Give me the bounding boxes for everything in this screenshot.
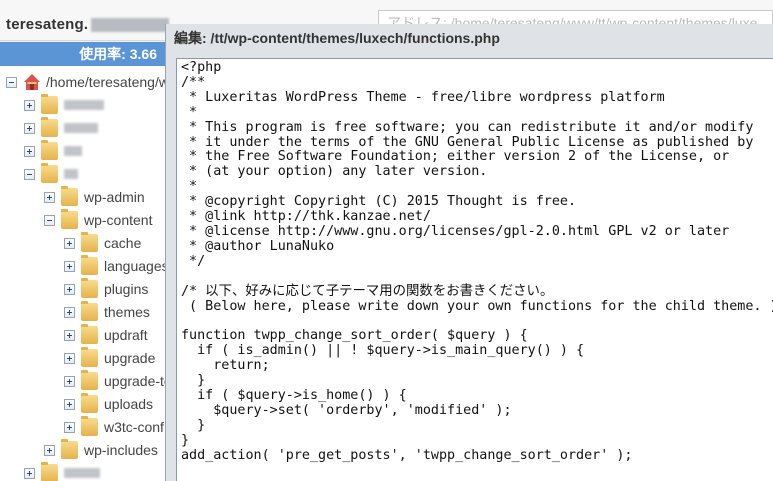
redacted-account bbox=[91, 18, 170, 33]
expand-icon[interactable] bbox=[64, 421, 75, 433]
redacted-label bbox=[64, 468, 100, 478]
expand-icon[interactable] bbox=[44, 191, 55, 203]
expand-icon[interactable] bbox=[44, 444, 55, 456]
tree-item-label: upgrade bbox=[104, 350, 156, 366]
expand-icon[interactable] bbox=[64, 306, 75, 318]
folder-icon bbox=[41, 117, 58, 137]
expand-icon[interactable] bbox=[24, 145, 35, 157]
tree-item-label: themes bbox=[104, 304, 150, 320]
tree-root[interactable]: /home/teresateng/w bbox=[6, 71, 165, 93]
tree-item-label: wp-admin bbox=[84, 189, 145, 205]
expand-icon[interactable] bbox=[64, 237, 75, 249]
folder-icon bbox=[81, 393, 98, 413]
folder-icon bbox=[41, 462, 58, 481]
folder-icon bbox=[81, 347, 98, 367]
redacted-label bbox=[64, 100, 104, 110]
expand-icon[interactable] bbox=[64, 260, 75, 272]
editor-dialog: 編集: /tt/wp-content/themes/luxech/functio… bbox=[165, 24, 773, 481]
expand-icon[interactable] bbox=[64, 352, 75, 364]
expand-icon[interactable] bbox=[64, 398, 75, 410]
expand-icon[interactable] bbox=[24, 467, 35, 479]
expand-icon[interactable] bbox=[64, 329, 75, 341]
tree-item-updraft[interactable]: updraft bbox=[64, 324, 148, 346]
tree-item-redacted[interactable] bbox=[24, 462, 100, 481]
folder-icon bbox=[81, 301, 98, 321]
tree-item-label: wp-content bbox=[84, 212, 153, 228]
home-icon bbox=[24, 74, 40, 90]
tree-item-plugins[interactable]: plugins bbox=[64, 278, 148, 300]
folder-icon bbox=[41, 94, 58, 114]
tree-item-wp-includes[interactable]: wp-includes bbox=[44, 439, 158, 461]
folder-icon bbox=[61, 186, 78, 206]
expand-icon[interactable] bbox=[64, 283, 75, 295]
file-tree: /home/teresateng/w wp-admin wp-content c… bbox=[0, 66, 165, 481]
redacted-label bbox=[64, 123, 98, 133]
redacted-label bbox=[64, 146, 82, 156]
folder-icon bbox=[81, 370, 98, 390]
tree-item-label: wp-includes bbox=[84, 442, 158, 458]
collapse-icon[interactable] bbox=[44, 214, 55, 226]
tree-item-upgrade-temp[interactable]: upgrade-te bbox=[64, 370, 165, 392]
tree-item-label: upgrade-te bbox=[104, 373, 165, 389]
collapse-icon[interactable] bbox=[24, 168, 35, 180]
usage-label: 使用率: 3.66 bbox=[79, 46, 157, 62]
tree-item-redacted[interactable] bbox=[24, 140, 82, 162]
tree-item-label: plugins bbox=[104, 281, 149, 297]
folder-icon bbox=[61, 439, 78, 459]
collapse-icon[interactable] bbox=[6, 76, 17, 88]
tree-item-themes[interactable]: themes bbox=[64, 301, 150, 323]
tree-item-w3tc-config[interactable]: w3tc-conf bbox=[64, 416, 164, 438]
folder-icon bbox=[81, 416, 98, 436]
account-label: teresateng. bbox=[6, 16, 89, 33]
code-content[interactable]: <?php /** * Luxeritas WordPress Theme - … bbox=[177, 59, 773, 463]
redacted-label bbox=[64, 169, 78, 179]
folder-icon bbox=[81, 324, 98, 344]
tree-item-wp-content[interactable]: wp-content bbox=[44, 209, 152, 231]
tree-item-wp-admin[interactable]: wp-admin bbox=[44, 186, 145, 208]
folder-icon bbox=[81, 278, 98, 298]
folder-icon bbox=[81, 232, 98, 252]
folder-icon bbox=[41, 140, 58, 160]
usage-bar: 使用率: 3.66 bbox=[0, 42, 165, 66]
folder-icon bbox=[61, 209, 78, 229]
expand-icon[interactable] bbox=[64, 375, 75, 387]
tree-item-languages[interactable]: languages bbox=[64, 255, 165, 277]
tree-item-label: w3tc-conf bbox=[104, 419, 164, 435]
code-editor[interactable]: <?php /** * Luxeritas WordPress Theme - … bbox=[176, 58, 773, 481]
tree-item-label: languages bbox=[104, 258, 165, 274]
tree-item-label: updraft bbox=[104, 327, 148, 343]
expand-icon[interactable] bbox=[24, 122, 35, 134]
folder-icon bbox=[41, 163, 58, 183]
tree-item-redacted-open[interactable] bbox=[24, 163, 78, 185]
tree-item-label: uploads bbox=[104, 396, 154, 412]
account-name: teresateng. bbox=[6, 16, 170, 33]
tree-item-cache[interactable]: cache bbox=[64, 232, 141, 254]
dialog-title: 編集: /tt/wp-content/themes/luxech/functio… bbox=[174, 30, 500, 46]
tree-item-redacted[interactable] bbox=[24, 117, 98, 139]
folder-icon bbox=[81, 255, 98, 275]
tree-root-label: /home/teresateng/w bbox=[46, 74, 165, 90]
tree-item-redacted[interactable] bbox=[24, 94, 104, 116]
tree-item-upgrade[interactable]: upgrade bbox=[64, 347, 155, 369]
tree-item-label: cache bbox=[104, 235, 142, 251]
expand-icon[interactable] bbox=[24, 99, 35, 111]
tree-item-uploads[interactable]: uploads bbox=[64, 393, 153, 415]
